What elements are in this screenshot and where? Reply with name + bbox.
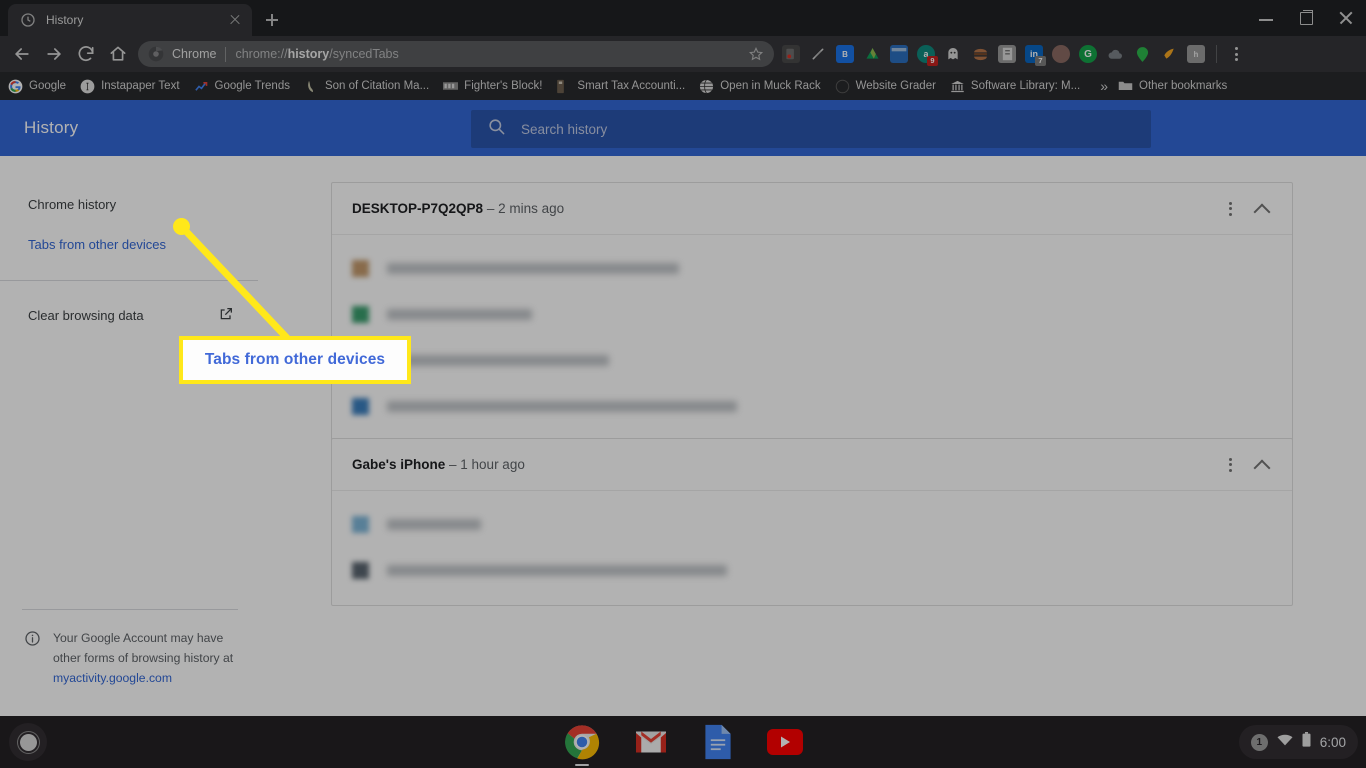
callout-anchor-dot [173, 218, 190, 235]
callout-label: Tabs from other devices [204, 351, 386, 368]
callout-box: Tabs from other devices [179, 336, 411, 384]
callout-pointer-line [178, 223, 309, 361]
annotation-layer: Tabs from other devices [0, 0, 1366, 768]
chromeos-screen: History Chrome chrome://history/syncedTa… [0, 0, 1366, 768]
